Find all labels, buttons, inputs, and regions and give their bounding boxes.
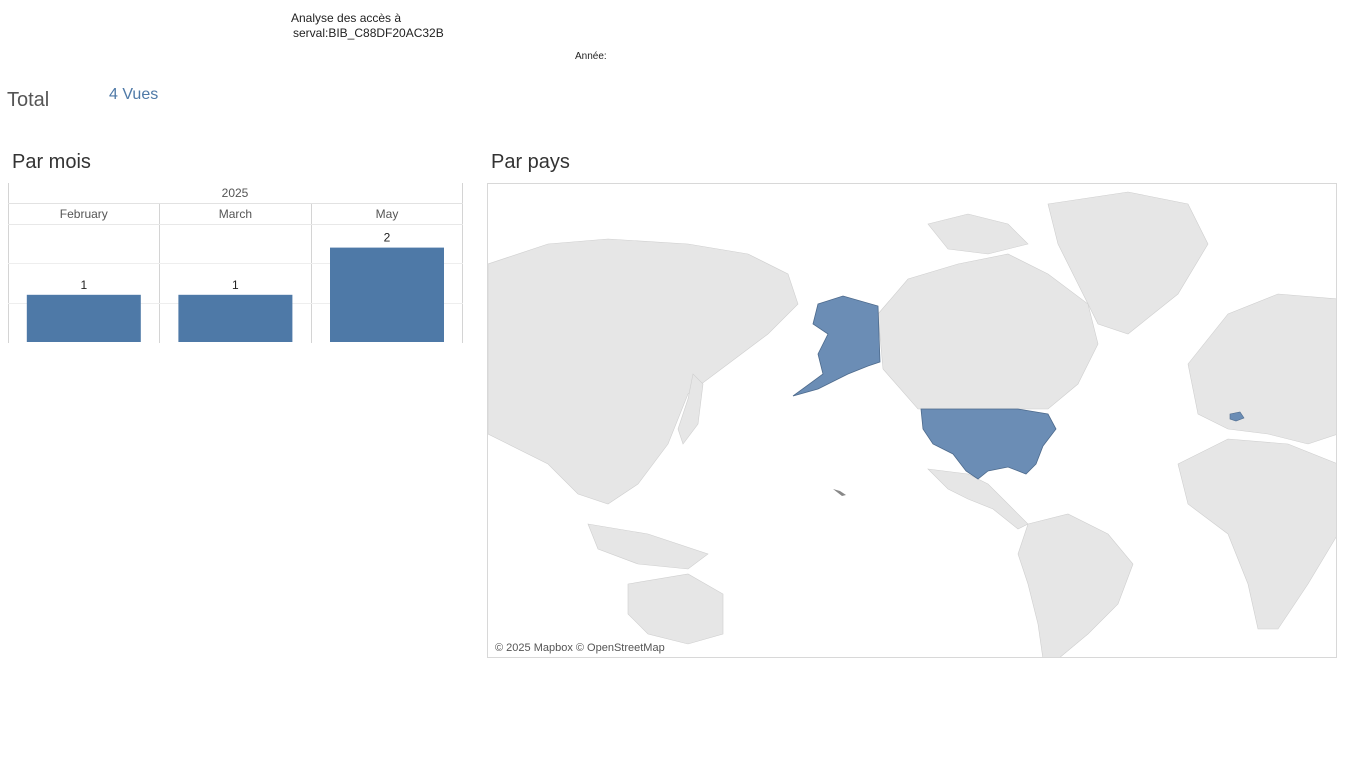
se-asia-islands-shape <box>587 523 709 570</box>
country-map[interactable]: © 2025 Mapbox © OpenStreetMap <box>487 183 1337 658</box>
world-map-svg <box>488 191 1336 657</box>
total-label: Total <box>7 89 50 111</box>
year-group-label: 2025 <box>222 186 249 200</box>
report-title: Analyse des accès à serval:BIB_C88DF20AC… <box>291 11 444 41</box>
section-title-par-mois: Par mois <box>12 151 91 173</box>
bar-february[interactable] <box>26 294 141 342</box>
monthly-bar-chart: 2025 February 1 March 1 May 2 <box>8 183 463 343</box>
hawaii-shape <box>833 489 846 496</box>
europe-shape <box>1187 293 1336 445</box>
report-title-line1: Analyse des accès à <box>291 11 402 25</box>
month-label: May <box>376 207 399 221</box>
year-filter-label[interactable]: Année: <box>575 51 607 62</box>
total-views-value: 4 Vues <box>109 86 159 103</box>
section-title-par-pays: Par pays <box>491 151 570 173</box>
canada-shape <box>877 253 1099 410</box>
bar-value-label: 1 <box>232 278 239 292</box>
report-title-line2: serval:BIB_C88DF20AC32B <box>293 26 444 40</box>
bar-march[interactable] <box>178 294 293 342</box>
month-label: March <box>219 207 252 221</box>
bar-chart-svg: 2025 February 1 March 1 May 2 <box>8 183 463 343</box>
alaska-shape[interactable] <box>792 295 881 397</box>
bar-may[interactable] <box>330 247 444 342</box>
arctic-islands-shape <box>927 213 1029 255</box>
month-label: February <box>60 207 108 221</box>
australia-shape <box>627 573 724 645</box>
asia-shape <box>488 238 799 505</box>
usa-shape[interactable] <box>920 408 1057 480</box>
bar-value-label: 1 <box>80 278 87 292</box>
map-attribution[interactable]: © 2025 Mapbox © OpenStreetMap <box>495 642 665 654</box>
africa-shape <box>1177 438 1336 630</box>
south-america-shape <box>1017 513 1134 657</box>
bar-value-label: 2 <box>384 231 391 245</box>
